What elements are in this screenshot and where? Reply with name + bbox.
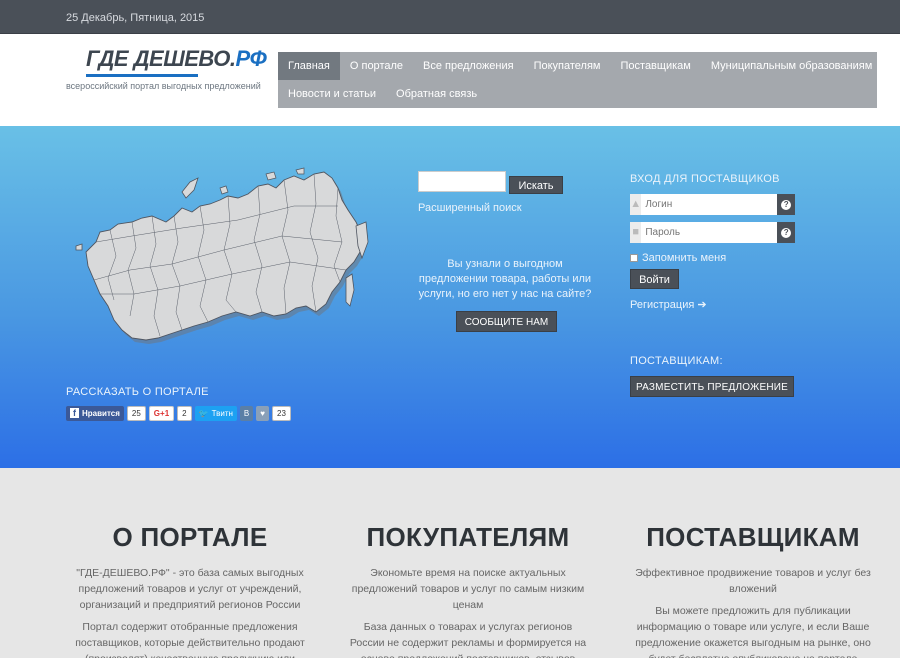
info-section: О ПОРТАЛЕ "ГДЕ-ДЕШЕВО.РФ" - это база сам…: [0, 468, 900, 658]
search-input[interactable]: [418, 171, 506, 192]
nav-item-offers[interactable]: Все предложения: [413, 52, 524, 80]
buyers-text-2: База данных о товарах и услугах регионов…: [349, 621, 587, 658]
facebook-like-button[interactable]: f Нравится: [66, 405, 124, 421]
login-button[interactable]: Войти: [630, 269, 679, 289]
top-bar: 25 Декабрь, Пятница, 2015: [0, 0, 900, 34]
advanced-search-link[interactable]: Расширенный поиск: [418, 202, 522, 214]
login-help-button[interactable]: ?: [777, 194, 795, 215]
google-plus-count: 2: [177, 405, 192, 421]
nav-item-about[interactable]: О портале: [340, 52, 413, 80]
current-date: 25 Декабрь, Пятница, 2015: [66, 12, 205, 24]
lock-icon: ■: [630, 222, 642, 243]
remember-me[interactable]: Запомнить меня: [630, 252, 726, 264]
nav-item-suppliers[interactable]: Поставщикам: [611, 52, 701, 80]
russia-map[interactable]: [70, 166, 370, 356]
nav-item-home[interactable]: Главная: [278, 52, 340, 80]
register-link[interactable]: Регистрация ➔: [630, 298, 707, 311]
tell-us-text: Вы узнали о выгодном предложении товара,…: [418, 258, 592, 300]
about-text-2: Портал содержит отобранные предложения п…: [75, 621, 305, 658]
facebook-icon: f: [70, 408, 79, 418]
main-nav: Главная О портале Все предложения Покупа…: [278, 52, 877, 108]
twitter-tweet-label: Твитн: [211, 408, 233, 418]
buyers-text-1: Экономьте время на поиске актуальных пре…: [351, 567, 585, 611]
logo-subtitle: всероссийский портал выгодных предложени…: [66, 81, 261, 91]
password-input[interactable]: [641, 222, 778, 243]
hero-section: РАССКАЗАТЬ О ПОРТАЛЕ f Нравится 25 G+1 2…: [0, 126, 900, 468]
suppliers-title: ПОСТАВЩИКАМ:: [630, 355, 723, 367]
map-sakhalin: [345, 273, 355, 307]
twitter-icon: 🐦: [198, 408, 209, 418]
suppliers-column: ПОСТАВЩИКАМ Эффективное продвижение това…: [633, 468, 873, 658]
search-button[interactable]: Искать: [509, 176, 563, 194]
buyers-heading: ПОКУПАТЕЛЯМ: [366, 522, 570, 552]
map-landmass: [85, 171, 363, 341]
logo-text: ГДЕ ДЕШЕВО.РФ: [86, 46, 267, 71]
heart-like-button[interactable]: ♥: [256, 405, 269, 421]
nav-item-news[interactable]: Новости и статьи: [278, 80, 386, 108]
map-novaya-zemlya: [181, 177, 199, 199]
login-input[interactable]: [641, 194, 778, 215]
suppliers-text-2: Вы можете предложить для публикации инфо…: [635, 605, 871, 658]
about-heading: О ПОРТАЛЕ: [112, 522, 268, 552]
nav-row-1: Главная О портале Все предложения Покупа…: [278, 52, 882, 80]
password-help-button[interactable]: ?: [777, 222, 795, 243]
heart-like-count: 23: [272, 405, 291, 421]
about-text-1: "ГДЕ-ДЕШЕВО.РФ" - это база самых выгодны…: [76, 567, 304, 611]
nav-item-municipal[interactable]: Муниципальным образованиям: [701, 52, 882, 80]
help-icon: ?: [781, 228, 792, 238]
facebook-like-label: Нравится: [82, 408, 120, 418]
share-title: РАССКАЗАТЬ О ПОРТАЛЕ: [66, 386, 209, 398]
about-column: О ПОРТАЛЕ "ГДЕ-ДЕШЕВО.РФ" - это база сам…: [70, 468, 310, 658]
nav-item-feedback[interactable]: Обратная связь: [386, 80, 487, 108]
facebook-like-count: 25: [126, 405, 146, 421]
suppliers-heading: ПОСТАВЩИКАМ: [646, 522, 860, 552]
share-buttons: f Нравится 25 G+1 2 🐦 Твитн В ♥ 23: [66, 405, 291, 421]
suppliers-text-1: Эффективное продвижение товаров и услуг …: [635, 567, 871, 595]
post-offer-button[interactable]: РАЗМЕСТИТЬ ПРЕДЛОЖЕНИЕ: [630, 376, 794, 397]
nav-item-buyers[interactable]: Покупателям: [524, 52, 611, 80]
nav-row-2: Новости и статьи Обратная связь: [278, 80, 487, 108]
login-title: ВХОД ДЛЯ ПОСТАВЩИКОВ: [630, 173, 780, 185]
buyers-column: ПОКУПАТЕЛЯМ Экономьте время на поиске ак…: [348, 468, 588, 658]
twitter-tweet-button[interactable]: 🐦 Твитн: [194, 405, 237, 421]
remember-me-label: Запомнить меня: [642, 252, 727, 264]
google-plus-button[interactable]: G+1: [148, 405, 175, 421]
map-kaliningrad: [75, 243, 83, 251]
heart-icon: ♥: [260, 408, 265, 418]
password-field: ■ ?: [630, 222, 795, 243]
header: ГДЕ ДЕШЕВО.РФ всероссийский портал выгод…: [0, 34, 900, 126]
login-field: ▲ ?: [630, 194, 795, 215]
help-icon: ?: [781, 200, 792, 210]
remember-me-checkbox[interactable]: [630, 254, 638, 262]
user-icon: ▲: [630, 194, 642, 215]
logo-underline: [86, 74, 198, 77]
site-logo[interactable]: ГДЕ ДЕШЕВО.РФ всероссийский портал выгод…: [66, 44, 267, 94]
tell-us-button[interactable]: СООБЩИТЕ НАМ: [456, 311, 557, 332]
vk-share-button[interactable]: В: [239, 405, 254, 421]
